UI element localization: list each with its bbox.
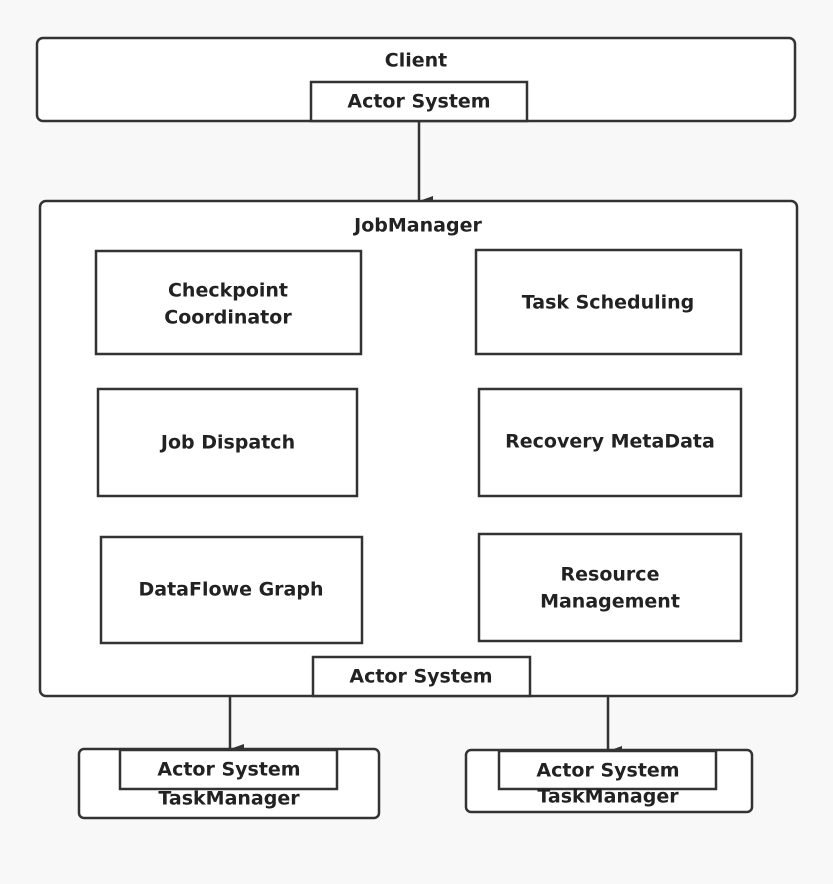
taskmanager-1-title: TaskManager <box>158 788 300 810</box>
component-resource-line1: Resource <box>561 564 660 586</box>
client-actor-system: Actor System <box>347 91 490 113</box>
component-checkpoint-line1: Checkpoint <box>168 280 288 302</box>
client-title: Client <box>385 50 447 72</box>
flink-architecture-diagram: Client Actor System JobManager Checkpoin… <box>35 36 799 820</box>
component-resource-line2: Management <box>540 591 680 613</box>
component-job-dispatch: Job Dispatch <box>159 432 295 454</box>
taskmanager-2-title: TaskManager <box>537 786 679 808</box>
component-checkpoint-line2: Coordinator <box>164 307 292 329</box>
taskmanager-2-actor-system: Actor System <box>536 760 679 782</box>
jobmanager-box: JobManager Checkpoint Coordinator Task S… <box>38 199 799 698</box>
client-box: Client Actor System <box>35 36 797 123</box>
jobmanager-actor-system: Actor System <box>349 666 492 688</box>
component-dataflow-graph: DataFlowe Graph <box>138 579 323 601</box>
component-recovery-metadata: Recovery MetaData <box>505 431 715 453</box>
jobmanager-title: JobManager <box>352 215 482 237</box>
taskmanager-1-actor-system: Actor System <box>157 759 300 781</box>
taskmanager-box-2: Actor System TaskManager <box>464 748 754 814</box>
component-task-scheduling: Task Scheduling <box>522 292 695 314</box>
taskmanager-box-1: Actor System TaskManager <box>77 747 381 820</box>
